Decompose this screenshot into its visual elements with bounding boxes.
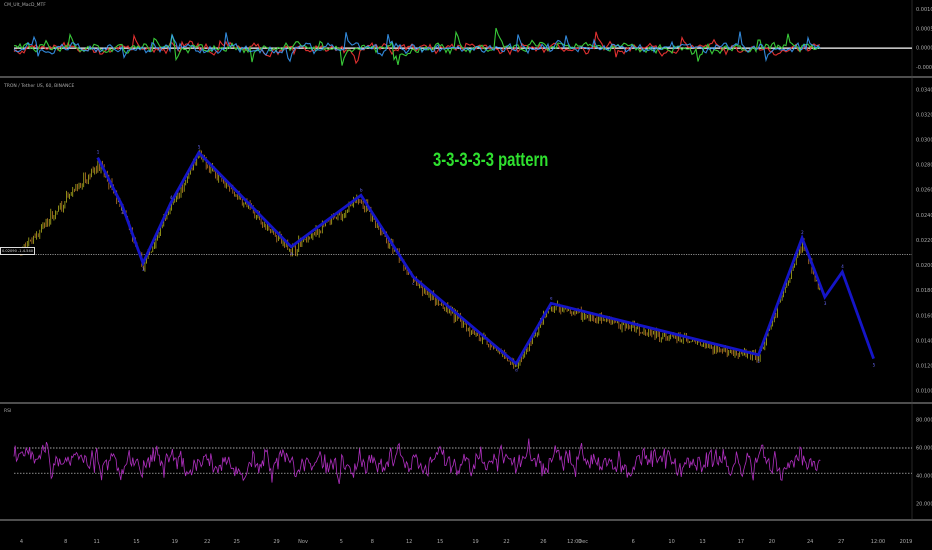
time-tick-label: 11 — [93, 539, 99, 545]
wave-pivot-label: 5 — [198, 145, 201, 150]
wave-pivot-label: d — [515, 368, 518, 373]
rsi-line — [13, 438, 821, 484]
last-price-tag: 0.02090 -1.4.540 — [0, 247, 36, 255]
time-tick-label: 12:00 — [871, 539, 885, 545]
macd-tick-label: 0.0000 — [916, 46, 932, 52]
price-tick-label: 0.02800 — [916, 163, 932, 169]
price-tick-label: 0.01000 — [916, 389, 932, 395]
price-pane: 0.03400 0.03200 0.03000 0.02800 0.02600 0.024… — [14, 87, 932, 395]
macd-title: CM_Ult_MacD_MTF — [4, 3, 46, 8]
time-tick-label: 13 — [699, 539, 705, 545]
price-tick-label: 0.03200 — [916, 112, 932, 118]
rsi-tick-label: 80.0000 — [916, 418, 932, 424]
price-tick-label: 0.03400 — [916, 87, 932, 93]
time-tick-label: 19 — [472, 539, 478, 545]
time-tick-label: 2019 — [900, 539, 913, 545]
time-tick-label: Dec — [578, 539, 588, 545]
pattern-annotation: 3-3-3-3-3 pattern — [433, 150, 549, 171]
price-tick-label: 0.02400 — [916, 213, 932, 219]
rsi-pane: 80.0000 60.0000 40.0000 20.0000 — [13, 418, 932, 508]
time-tick-label: 6 — [632, 539, 635, 545]
chart-canvas: 0.0010 0.0005 0.0000 -0.0005 0.03400 0.03200… — [0, 0, 932, 545]
wave-pivot-label: 3 — [142, 267, 145, 272]
rsi-tick-label: 60.0000 — [916, 446, 932, 452]
wave-pivot-label: b — [360, 187, 363, 192]
price-tick-label: 0.02200 — [916, 238, 932, 244]
wave-pivot-label: 3 — [824, 301, 827, 306]
time-tick-label: 27 — [838, 539, 844, 545]
price-tick-label: 0.01400 — [916, 338, 932, 344]
macd-pane: 0.0010 0.0005 0.0000 -0.0005 — [13, 7, 932, 71]
wave-pivot-label: e — [550, 295, 553, 300]
time-tick-label: 25 — [234, 539, 240, 545]
time-tick-label: 8 — [371, 539, 374, 545]
time-axis: 4 8 11 15 19 22 25 29 Nov 5 8 12 15 19 22 26 12:00 Dec 6 10… — [20, 539, 912, 545]
wave-pivot-label: 4 — [841, 264, 844, 269]
time-tick-label: 26 — [540, 539, 546, 545]
wave-line — [96, 150, 875, 366]
time-tick-label: 24 — [807, 539, 813, 545]
time-tick-label: 17 — [738, 539, 744, 545]
wave-pivot-label: 2 — [801, 230, 804, 235]
price-tick-label: 0.02600 — [916, 188, 932, 194]
wave-pivot-label: 5 — [873, 363, 876, 368]
wave-pivot-label: 1 — [758, 359, 761, 364]
macd-tick-label: 0.0010 — [916, 7, 932, 13]
wave-pivot-label: 1 — [97, 150, 100, 155]
time-tick-label: 22 — [503, 539, 509, 545]
time-tick-label: 15 — [437, 539, 443, 545]
time-tick-label: 8 — [64, 539, 67, 545]
time-tick-label: 5 — [340, 539, 343, 545]
time-tick-label: 12 — [406, 539, 412, 545]
time-tick-label: 4 — [20, 539, 23, 545]
price-tick-label: 0.02000 — [916, 263, 932, 269]
time-tick-label: Nov — [298, 539, 308, 545]
wave-pivot-label: 4 — [170, 195, 173, 200]
rsi-tick-label: 20.0000 — [916, 502, 932, 508]
price-tick-label: 0.01800 — [916, 288, 932, 294]
time-tick-label: 22 — [204, 539, 210, 545]
price-tick-label: 0.01600 — [916, 313, 932, 319]
time-tick-label: 20 — [769, 539, 775, 545]
time-tick-label: 19 — [172, 539, 178, 545]
time-tick-label: 10 — [668, 539, 674, 545]
pane-frames — [0, 0, 932, 521]
price-tick-label: 0.03000 — [916, 138, 932, 144]
rsi-tick-label: 40.0000 — [916, 474, 932, 480]
price-tick-label: 0.01200 — [916, 364, 932, 370]
time-tick-label: 29 — [273, 539, 279, 545]
time-tick-label: 15 — [133, 539, 139, 545]
price-title: TRON / Tether US, 60, BINANCE — [4, 84, 75, 89]
macd-tick-label: 0.0005 — [916, 26, 932, 32]
wave-pivot-label: c — [412, 281, 414, 286]
macd-tick-label: -0.0005 — [916, 65, 932, 71]
rsi-title: RSI — [4, 409, 12, 414]
